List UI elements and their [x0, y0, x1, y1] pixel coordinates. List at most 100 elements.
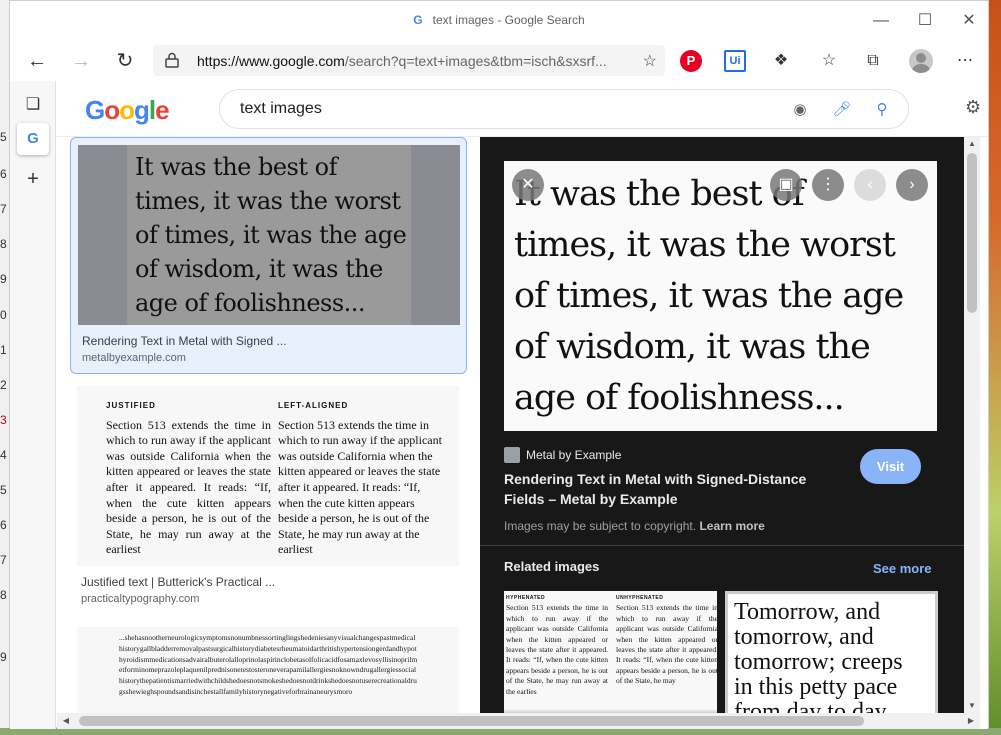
- scrollbar-thumb[interactable]: [967, 153, 977, 313]
- window-title: Gtext images - Google Search: [10, 13, 988, 27]
- google-favicon-icon: G: [27, 130, 39, 147]
- new-tab-button[interactable]: +: [17, 163, 49, 195]
- preview-source-name: Metal by Example: [526, 448, 622, 462]
- google-favicon-icon: G: [413, 13, 423, 27]
- lens-search-icon[interactable]: ▣: [770, 169, 802, 201]
- vertical-scrollbar[interactable]: ▲ ▼: [964, 137, 980, 713]
- related-image[interactable]: Tomorrow, and tomorrow, and tomorrow; cr…: [725, 591, 938, 729]
- edge-number: 6: [0, 518, 7, 532]
- scroll-right-icon[interactable]: ▶: [964, 713, 978, 729]
- related-column: UNHYPHENATED Section 513 extends the tim…: [616, 593, 717, 687]
- column-heading: JUSTIFIED: [106, 401, 156, 410]
- edge-number: 8: [0, 237, 7, 251]
- logo-letter: o: [119, 95, 135, 125]
- column-text: Section 513 extends the time in which to…: [506, 603, 608, 696]
- favorites-icon[interactable]: ☆: [818, 50, 840, 72]
- scroll-down-icon[interactable]: ▼: [964, 699, 980, 713]
- edge-number: 9: [0, 650, 7, 664]
- address-bar[interactable]: https://www.google.com/search?q=text+ima…: [153, 45, 665, 76]
- browser-toolbar: ← → ↻ https://www.google.com/search?q=te…: [10, 41, 988, 81]
- more-menu-icon[interactable]: ⋯: [954, 50, 976, 72]
- related-image-text: Tomorrow, and tomorrow, and tomorrow; cr…: [734, 599, 903, 725]
- thumbnail-text: ...shehasnootherneurologicsymptomsnonumb…: [119, 633, 418, 696]
- scroll-left-icon[interactable]: ◀: [59, 713, 73, 729]
- edge-number: 2: [0, 378, 7, 392]
- logo-letter: g: [134, 95, 150, 125]
- edge-number: 0: [0, 308, 7, 322]
- url-text: https://www.google.com/search?q=text+ima…: [197, 53, 607, 69]
- result-title[interactable]: Justified text | Butterick's Practical .…: [81, 575, 275, 589]
- tab-google-search[interactable]: G: [17, 123, 49, 155]
- minimize-button[interactable]: —: [866, 9, 896, 33]
- result-title[interactable]: Rendering Text in Metal with Signed ...: [82, 334, 287, 348]
- column-heading: HYPHENATED: [506, 595, 546, 601]
- edge-number: 5: [0, 130, 7, 144]
- site-favicon-icon: [504, 447, 520, 463]
- close-button[interactable]: ✕: [954, 9, 984, 33]
- result-thumbnail[interactable]: JUSTIFIED Section 513 extends the time i…: [77, 386, 459, 566]
- learn-more-link[interactable]: Learn more: [699, 519, 764, 533]
- forward-button[interactable]: →: [66, 47, 96, 75]
- image-result[interactable]: It was the best of times, it was the wor…: [70, 137, 467, 374]
- camera-icon[interactable]: ◉: [790, 100, 810, 120]
- logo-letter: G: [85, 95, 105, 125]
- copyright-text: Images may be subject to copyright.: [504, 519, 697, 533]
- tab-actions-icon[interactable]: ❏: [17, 89, 49, 121]
- see-more-link[interactable]: See more: [873, 561, 932, 576]
- edge-number: 6: [0, 167, 7, 181]
- settings-gear-icon[interactable]: ⚙: [965, 97, 981, 118]
- scrollbar-thumb[interactable]: [79, 716, 864, 726]
- scroll-up-icon[interactable]: ▲: [964, 137, 980, 151]
- previous-image-icon[interactable]: ‹: [854, 169, 886, 201]
- search-box[interactable]: text images ◉ 🎤︎ ⚲: [219, 89, 909, 129]
- result-source[interactable]: practicaltypography.com: [81, 593, 199, 605]
- edge-number: 9: [0, 272, 7, 286]
- preview-source[interactable]: Metal by Example: [504, 447, 621, 463]
- edge-number: 3: [0, 413, 7, 427]
- result-thumbnail[interactable]: It was the best of times, it was the wor…: [78, 145, 460, 325]
- divider: [480, 545, 964, 546]
- column-heading: UNHYPHENATED: [616, 595, 664, 601]
- edge-number: 8: [0, 588, 7, 602]
- refresh-button[interactable]: ↻: [110, 47, 140, 75]
- window-title-text: text images - Google Search: [432, 13, 585, 27]
- profile-avatar[interactable]: [909, 49, 933, 73]
- url-path: /search?q=text+images&tbm=isch&sxsrf...: [344, 53, 607, 69]
- google-logo[interactable]: Google: [85, 95, 170, 126]
- preview-image[interactable]: It was the best of times, it was the wor…: [504, 161, 937, 431]
- pinterest-icon[interactable]: P: [680, 50, 702, 72]
- edge-number: 1: [0, 343, 7, 357]
- edge-number: 4: [0, 448, 7, 462]
- edge-number: 5: [0, 483, 7, 497]
- search-input[interactable]: text images: [240, 100, 322, 118]
- preview-image-text: It was the best of times, it was the wor…: [514, 174, 904, 418]
- copyright-notice: Images may be subject to copyright. Lear…: [504, 519, 765, 533]
- visit-button[interactable]: Visit: [860, 449, 921, 484]
- column-heading: LEFT-ALIGNED: [278, 401, 349, 410]
- preview-title[interactable]: Rendering Text in Metal with Signed-Dist…: [504, 469, 834, 509]
- microphone-icon[interactable]: 🎤︎: [832, 100, 852, 120]
- related-images-heading: Related images: [504, 559, 600, 574]
- image-result[interactable]: JUSTIFIED Section 513 extends the time i…: [70, 386, 467, 615]
- desktop-bottom-edge: [0, 728, 1001, 735]
- add-favorite-icon[interactable]: ☆: [643, 51, 657, 71]
- desktop-right-edge: [989, 0, 1001, 735]
- more-options-icon[interactable]: ⋮: [812, 169, 844, 201]
- edge-number: 7: [0, 553, 7, 567]
- search-icon[interactable]: ⚲: [872, 100, 892, 120]
- next-image-icon[interactable]: ›: [896, 169, 928, 201]
- image-results-list: It was the best of times, it was the wor…: [57, 137, 480, 729]
- title-bar: Gtext images - Google Search — ☐ ✕: [10, 1, 988, 41]
- horizontal-scrollbar[interactable]: ◀ ▶: [57, 713, 980, 729]
- result-source[interactable]: metalbyexample.com: [82, 352, 186, 364]
- related-image[interactable]: HYPHENATED Section 513 extends the time …: [504, 591, 717, 729]
- thumbnail-column: LEFT-ALIGNED Section 513 extends the tim…: [278, 398, 443, 558]
- lock-icon: [165, 52, 179, 68]
- maximize-button[interactable]: ☐: [910, 9, 940, 33]
- related-column: HYPHENATED Section 513 extends the time …: [506, 593, 608, 697]
- close-preview-icon[interactable]: ✕: [512, 169, 544, 201]
- collections-icon[interactable]: ⧉: [862, 50, 884, 72]
- ui-extension-icon[interactable]: Ui: [724, 50, 746, 72]
- back-button[interactable]: ←: [22, 47, 52, 75]
- puzzle-icon[interactable]: ❖: [770, 50, 792, 72]
